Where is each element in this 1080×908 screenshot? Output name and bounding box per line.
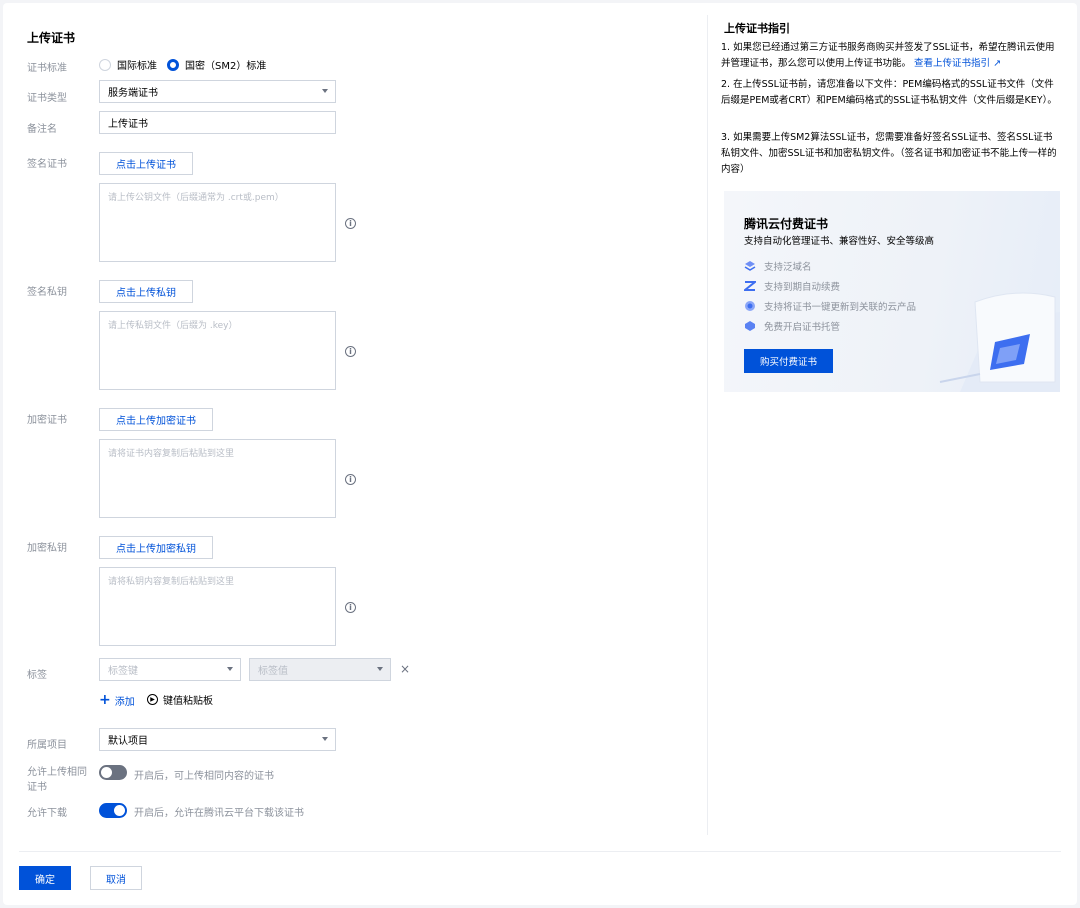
promo-subtitle: 支持自动化管理证书、兼容性好、安全等级高 xyxy=(744,236,935,247)
guide-link[interactable]: 查看上传证书指引 ↗ xyxy=(914,58,1001,69)
project-label: 所属项目 xyxy=(27,740,67,751)
paste-icon: ▶ xyxy=(147,694,158,705)
upload-sign-cert-button[interactable]: 点击上传证书 xyxy=(99,152,193,175)
enc-key-textarea[interactable]: 请将私钥内容复制后粘贴到这里 xyxy=(99,567,336,646)
promo-feature-label: 支持到期自动续费 xyxy=(764,282,841,293)
remark-input[interactable]: 上传证书 xyxy=(99,111,336,134)
upload-enc-cert-button[interactable]: 点击上传加密证书 xyxy=(99,408,213,431)
guide-item-3: 3. 如果需要上传SM2算法SSL证书，您需要准备好签名SSL证书、签名SSL证… xyxy=(721,132,1057,175)
allow-download-label: 允许下载 xyxy=(27,808,67,819)
radio-sm2-standard[interactable]: 国密（SM2）标准 xyxy=(167,57,266,72)
footer-divider xyxy=(19,851,1061,852)
toggle-knob xyxy=(114,805,125,816)
auto-renew-icon xyxy=(744,281,756,291)
allow-same-toggle[interactable] xyxy=(99,765,127,780)
enc-cert-label: 加密证书 xyxy=(27,415,67,426)
cert-type-select[interactable]: 服务端证书 xyxy=(99,80,336,103)
tag-key-select[interactable]: 标签键 xyxy=(99,658,241,681)
info-icon[interactable]: i xyxy=(345,602,356,613)
tag-value-placeholder: 标签值 xyxy=(258,666,288,677)
caret-down-icon xyxy=(322,737,328,741)
radio-intl-label: 国际标准 xyxy=(117,61,157,72)
add-tag-button[interactable]: + 添加 xyxy=(99,692,135,708)
enc-key-label: 加密私钥 xyxy=(27,543,67,554)
promo-illustration-icon xyxy=(939,292,1060,392)
remark-value: 上传证书 xyxy=(108,119,148,130)
project-value: 默认项目 xyxy=(108,736,148,747)
wildcard-domain-icon xyxy=(744,261,756,271)
radio-intl-standard[interactable]: 国际标准 xyxy=(99,57,157,72)
cert-standard-label: 证书标准 xyxy=(27,63,67,74)
info-icon[interactable]: i xyxy=(345,474,356,485)
toggle-knob xyxy=(101,767,112,778)
guide-item-1: 1. 如果您已经通过第三方证书服务商购买并签发了SSL证书，希望在腾讯云使用并管… xyxy=(721,40,1061,72)
enc-cert-placeholder: 请将证书内容复制后粘贴到这里 xyxy=(108,449,235,459)
cert-hosting-icon xyxy=(745,321,755,331)
buy-paid-cert-button[interactable]: 购买付费证书 xyxy=(744,349,833,373)
tags-label: 标签 xyxy=(27,670,47,681)
upload-enc-key-button[interactable]: 点击上传加密私钥 xyxy=(99,536,213,559)
sign-key-placeholder: 请上传私钥文件（后缀为 .key） xyxy=(108,321,238,331)
remove-tag-icon[interactable]: × xyxy=(400,662,410,676)
column-divider xyxy=(707,15,708,835)
cloud-update-icon xyxy=(745,301,755,311)
promo-feature-label: 免费开启证书托管 xyxy=(764,322,841,333)
allow-same-label-line2: 证书 xyxy=(27,782,47,793)
radio-on-icon xyxy=(167,58,179,71)
info-icon[interactable]: i xyxy=(345,346,356,357)
promo-feature: 支持将证书一键更新到关联的云产品 xyxy=(744,299,916,313)
add-tag-label: 添加 xyxy=(114,696,135,708)
confirm-button[interactable]: 确定 xyxy=(19,866,71,890)
radio-sm2-label: 国密（SM2）标准 xyxy=(185,61,267,72)
promo-feature: 支持到期自动续费 xyxy=(744,279,840,293)
cert-type-value: 服务端证书 xyxy=(108,88,158,99)
tag-value-select[interactable]: 标签值 xyxy=(249,658,391,681)
plus-icon: + xyxy=(99,692,111,708)
guide-link-label: 查看上传证书指引 xyxy=(914,58,991,69)
allow-download-desc: 开启后，允许在腾讯云平台下载该证书 xyxy=(134,808,304,819)
allow-same-label: 允许上传相同 证书 xyxy=(27,765,87,795)
promo-feature: 免费开启证书托管 xyxy=(744,319,840,333)
sign-cert-textarea[interactable]: 请上传公钥文件（后缀通常为 .crt或.pem） xyxy=(99,183,336,262)
guide-item-1-text: 1. 如果您已经通过第三方证书服务商购买并签发了SSL证书，希望在腾讯云使用并管… xyxy=(721,42,1055,69)
promo-title: 腾讯云付费证书 xyxy=(744,217,829,231)
guide-title: 上传证书指引 xyxy=(724,22,790,35)
external-link-icon: ↗ xyxy=(993,58,1002,69)
promo-feature: 支持泛域名 xyxy=(744,259,812,273)
paste-tags-button[interactable]: ▶ 键值粘贴板 xyxy=(147,692,213,707)
enc-key-placeholder: 请将私钥内容复制后粘贴到这里 xyxy=(108,577,235,587)
caret-down-icon xyxy=(377,667,383,671)
caret-down-icon xyxy=(227,667,233,671)
promo-feature-label: 支持将证书一键更新到关联的云产品 xyxy=(764,302,917,313)
project-select[interactable]: 默认项目 xyxy=(99,728,336,751)
promo-feature-label: 支持泛域名 xyxy=(764,262,812,273)
tag-key-placeholder: 标签键 xyxy=(108,666,138,677)
upload-cert-panel: 上传证书 证书标准 国际标准 国密（SM2）标准 证书类型 服务端证书 备注名 … xyxy=(3,3,1077,905)
paste-tags-label: 键值粘贴板 xyxy=(163,696,213,707)
sign-key-label: 签名私钥 xyxy=(27,287,67,298)
allow-same-label-line1: 允许上传相同 xyxy=(27,767,87,778)
sign-cert-placeholder: 请上传公钥文件（后缀通常为 .crt或.pem） xyxy=(108,193,284,203)
cert-type-label: 证书类型 xyxy=(27,93,67,104)
info-icon[interactable]: i xyxy=(345,218,356,229)
page-title: 上传证书 xyxy=(27,31,76,45)
remark-label: 备注名 xyxy=(27,124,57,135)
guide-item-2: 2. 在上传SSL证书前，请您准备以下文件：PEM编码格式的SSL证书文件（文件… xyxy=(721,79,1057,106)
upload-sign-key-button[interactable]: 点击上传私钥 xyxy=(99,280,193,303)
cancel-button[interactable]: 取消 xyxy=(90,866,142,890)
radio-off-icon xyxy=(99,58,111,71)
caret-down-icon xyxy=(322,89,328,93)
paid-cert-promo: 腾讯云付费证书 支持自动化管理证书、兼容性好、安全等级高 支持泛域名 支持到期自… xyxy=(724,191,1060,392)
allow-same-desc: 开启后，可上传相同内容的证书 xyxy=(134,771,274,782)
sign-cert-label: 签名证书 xyxy=(27,159,67,170)
enc-cert-textarea[interactable]: 请将证书内容复制后粘贴到这里 xyxy=(99,439,336,518)
sign-key-textarea[interactable]: 请上传私钥文件（后缀为 .key） xyxy=(99,311,336,390)
allow-download-toggle[interactable] xyxy=(99,803,127,818)
